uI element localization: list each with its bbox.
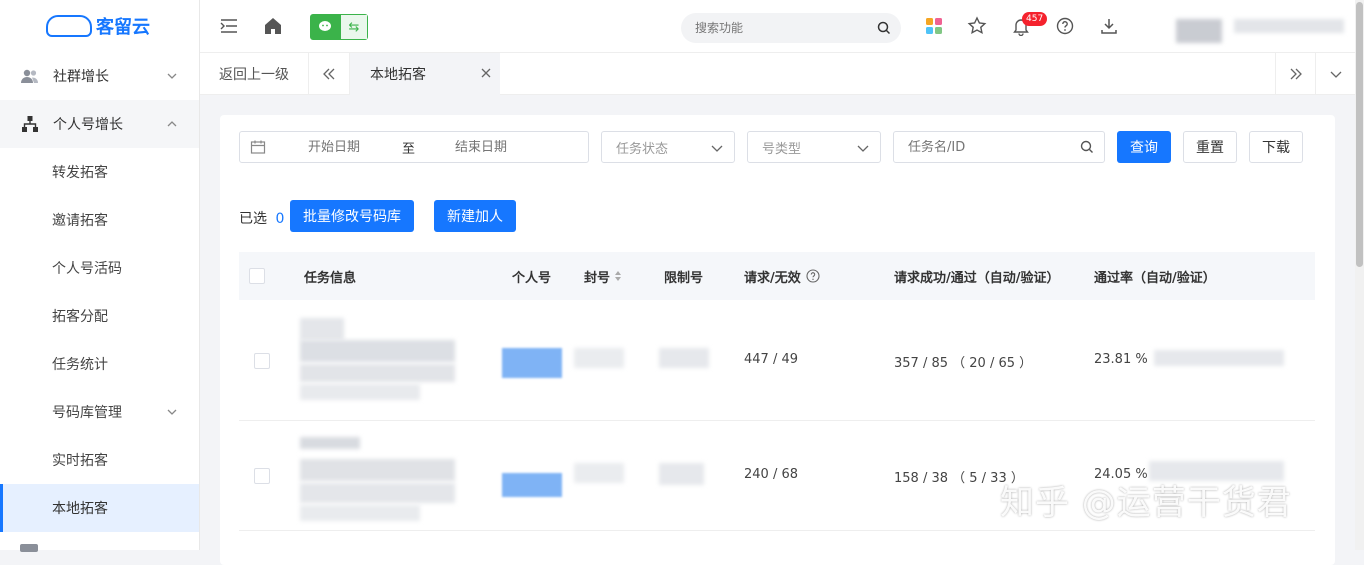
chevron-up-icon xyxy=(167,121,177,127)
task-info-redacted xyxy=(300,437,360,449)
menu-fold-icon[interactable] xyxy=(219,16,239,36)
notification-badge: 457 xyxy=(1022,12,1048,26)
search-icon[interactable] xyxy=(1080,140,1094,154)
top-bar: ⇆ 457 xyxy=(200,0,1355,53)
sidebar-item-task-stats[interactable]: 任务统计 xyxy=(0,340,199,388)
sidebar-item-forward[interactable]: 转发拓客 xyxy=(0,148,199,196)
sort-icon[interactable] xyxy=(614,270,622,282)
pass-rate-cell: 23.81 % xyxy=(1094,352,1148,367)
requests-cell: 240 / 68 xyxy=(744,467,798,482)
chevron-down-icon xyxy=(711,145,723,152)
apps-icon[interactable] xyxy=(924,16,944,36)
chevron-down-icon xyxy=(167,73,177,79)
tabs-more-icon[interactable] xyxy=(1315,53,1355,95)
sidebar: 客留云 社群增长 个人号增长 转发拓客 邀请拓客 个人号活码 拓客分配 任务统计… xyxy=(0,0,200,552)
personal-account-redacted xyxy=(502,348,562,378)
search-icon[interactable] xyxy=(877,21,891,35)
select-all-checkbox[interactable] xyxy=(249,268,265,284)
cloud-logo-icon xyxy=(46,15,92,37)
new-task-button[interactable]: 新建加人 xyxy=(434,200,516,232)
help-icon[interactable] xyxy=(1055,16,1075,36)
task-search-input[interactable] xyxy=(908,139,1068,155)
requests-cell: 447 / 49 xyxy=(744,352,798,367)
scrollbar-thumb[interactable] xyxy=(1356,2,1363,267)
table-row: 447 / 49 357 / 85 （ 20 / 65 ） 23.81 % xyxy=(239,300,1315,421)
tabs-scroll-right-icon[interactable] xyxy=(1275,53,1315,95)
sidebar-item-realtime[interactable]: 实时拓客 xyxy=(0,436,199,484)
sidebar-item-number-library[interactable]: 号码库管理 xyxy=(0,388,199,436)
task-status-select[interactable]: 任务状态 xyxy=(601,131,735,163)
reset-button[interactable]: 重置 xyxy=(1183,131,1237,163)
chevron-down-icon xyxy=(857,145,869,152)
sidebar-item-local[interactable]: 本地拓客 xyxy=(0,484,199,532)
column-success: 请求成功/通过（自动/验证） xyxy=(894,270,1060,286)
row-checkbox[interactable] xyxy=(254,468,270,484)
sidebar-group-personal[interactable]: 个人号增长 xyxy=(0,100,199,148)
calendar-icon xyxy=(250,140,266,154)
download-button[interactable]: 下载 xyxy=(1249,131,1303,163)
success-cell: 357 / 85 （ 20 / 65 ） xyxy=(894,356,1033,371)
column-banned[interactable]: 封号 xyxy=(584,252,622,300)
sidebar-group-label: 社群增长 xyxy=(53,69,109,85)
sidebar-group-community[interactable]: 社群增长 xyxy=(0,52,199,100)
avatar[interactable] xyxy=(1176,19,1222,43)
end-date-input[interactable] xyxy=(455,139,566,155)
back-button[interactable]: 返回上一级 xyxy=(200,53,308,95)
selected-counter: 已选 0 xyxy=(239,211,285,227)
user-name xyxy=(1234,19,1344,33)
download-icon[interactable] xyxy=(1099,16,1119,36)
org-tree-icon xyxy=(20,114,40,134)
start-date-input[interactable] xyxy=(308,139,398,155)
chevron-down-icon xyxy=(167,409,177,415)
table-header: 任务信息 个人号 封号 限制号 请求/无效 请求成功/通过（自动/验证） 通过率… xyxy=(239,252,1315,300)
tab-bar: 返回上一级 本地拓客 xyxy=(200,53,1355,95)
row-checkbox[interactable] xyxy=(254,353,270,369)
column-requests: 请求/无效 xyxy=(744,252,820,300)
column-personal: 个人号 xyxy=(512,270,552,286)
sidebar-group-label: 个人号增长 xyxy=(53,117,123,133)
sidebar-more-icon xyxy=(20,544,38,552)
star-icon[interactable] xyxy=(967,16,987,36)
number-type-select[interactable]: 号类型 xyxy=(747,131,881,163)
close-icon[interactable] xyxy=(480,67,492,79)
home-icon[interactable] xyxy=(263,16,283,36)
switch-icon: ⇆ xyxy=(341,15,367,39)
task-search-field[interactable] xyxy=(893,131,1105,163)
function-search[interactable] xyxy=(681,13,901,43)
watermark: 知乎 @运营干货君 xyxy=(1000,483,1292,523)
batch-edit-library-button[interactable]: 批量修改号码库 xyxy=(290,200,414,232)
wechat-switch[interactable]: ⇆ xyxy=(310,14,368,40)
tab-local-acquire[interactable]: 本地拓客 xyxy=(350,53,500,95)
query-button[interactable]: 查询 xyxy=(1117,131,1171,163)
help-icon[interactable] xyxy=(806,269,820,283)
task-info-redacted xyxy=(300,318,344,340)
sidebar-item-live-code[interactable]: 个人号活码 xyxy=(0,244,199,292)
column-limited: 限制号 xyxy=(664,270,704,286)
date-range-picker[interactable]: 至 xyxy=(239,131,589,163)
users-icon xyxy=(20,66,40,86)
sidebar-item-invite[interactable]: 邀请拓客 xyxy=(0,196,199,244)
sidebar-item-distribution[interactable]: 拓客分配 xyxy=(0,292,199,340)
column-task-info: 任务信息 xyxy=(304,270,357,286)
logo: 客留云 xyxy=(0,0,199,52)
wechat-icon xyxy=(311,15,341,39)
range-separator: 至 xyxy=(402,141,416,157)
search-input[interactable] xyxy=(695,21,865,35)
personal-account-redacted xyxy=(502,473,562,497)
page-scrollbar[interactable] xyxy=(1355,0,1364,550)
tabs-scroll-left-icon[interactable] xyxy=(308,53,350,95)
column-pass-rate: 通过率（自动/验证） xyxy=(1094,270,1216,286)
